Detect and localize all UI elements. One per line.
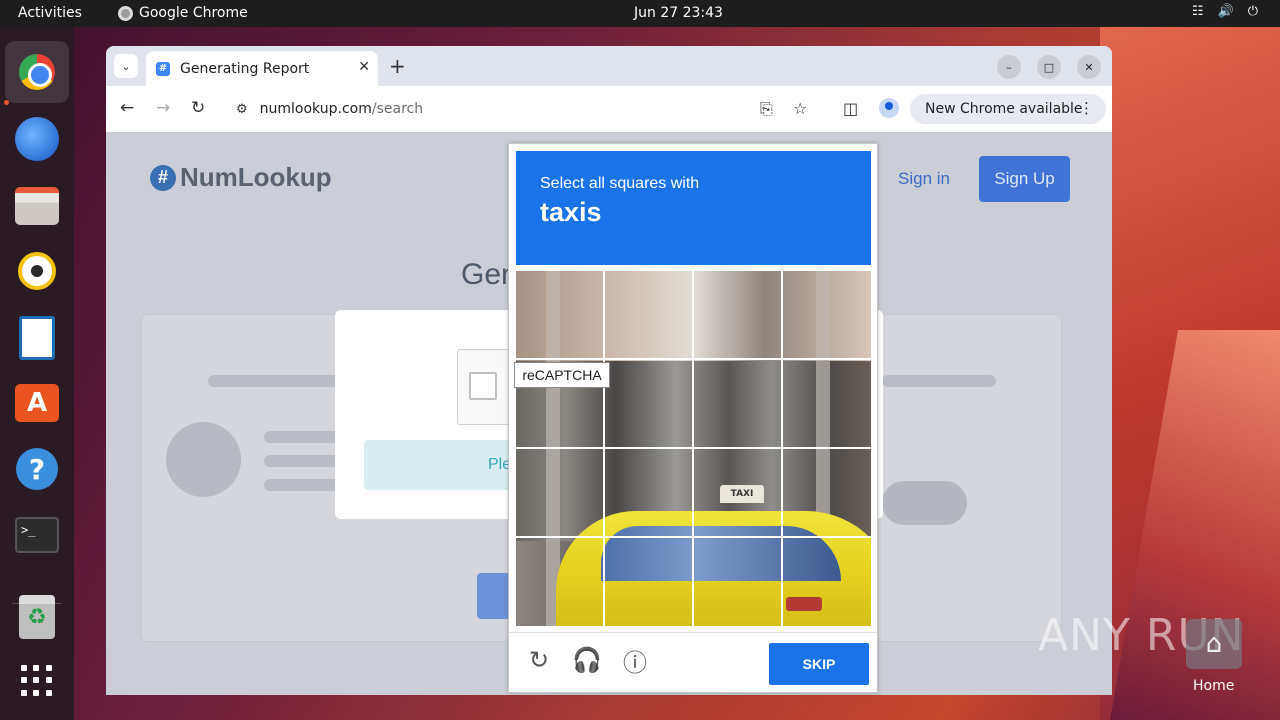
skeleton-pill — [882, 481, 967, 525]
dock-app-center[interactable]: A — [13, 379, 61, 427]
profile-avatar[interactable] — [879, 98, 899, 118]
challenge-header: Select all squares with taxis — [516, 151, 871, 265]
dock-terminal[interactable]: >_ — [13, 511, 61, 559]
browser-toolbar: ← → ↻ ⚙ numlookup.com/search ⎘ ☆ ◫ New C… — [106, 86, 1112, 132]
recaptcha-checkbox[interactable] — [469, 372, 497, 400]
top-bar: Activities Google Chrome Jun 27 23:43 ☷ … — [0, 0, 1280, 27]
install-app-icon[interactable]: ⎘ — [760, 99, 773, 119]
menu-kebab-icon[interactable]: ⋮ — [1079, 99, 1094, 117]
chrome-icon — [19, 54, 55, 90]
back-button[interactable]: ← — [120, 98, 134, 118]
sign-up-button[interactable]: Sign Up — [979, 156, 1070, 202]
tab-strip: ⌄ # Generating Report ✕ + – □ ✕ — [106, 46, 1112, 86]
logo-text: NumLookup — [180, 162, 332, 192]
dock-trash[interactable]: ♻ — [13, 593, 61, 641]
dock-help[interactable]: ? — [13, 445, 61, 493]
home-folder-icon[interactable]: ⌂ — [1186, 619, 1242, 669]
maximize-button[interactable]: □ — [1037, 55, 1061, 79]
url-host: numlookup.com — [259, 101, 372, 117]
sign-in-link[interactable]: Sign in — [898, 169, 950, 189]
home-label: Home — [1193, 678, 1235, 694]
image-taxi-sign: TAXI — [720, 485, 764, 503]
numlookup-favicon: # — [156, 61, 170, 76]
hash-logo-icon: # — [150, 164, 176, 191]
skeleton-line — [882, 375, 996, 387]
help-icon: ? — [16, 448, 58, 490]
dock-files[interactable] — [13, 182, 61, 230]
app-center-icon: A — [15, 384, 59, 422]
activities-button[interactable]: Activities — [18, 5, 82, 21]
dock-writer[interactable] — [13, 314, 61, 362]
challenge-image-grid[interactable]: TAXI — [516, 271, 871, 626]
terminal-icon: >_ — [15, 517, 59, 553]
volume-icon: 🔊 — [1217, 4, 1234, 19]
new-chrome-available-button[interactable]: New Chrome available ⋮ — [910, 94, 1106, 124]
grid-line — [516, 536, 871, 538]
audio-challenge-icon[interactable]: 🎧 — [572, 645, 602, 675]
app-menu[interactable]: Google Chrome — [118, 5, 248, 21]
reload-button[interactable]: ↻ — [191, 98, 205, 118]
tab-search-button[interactable]: ⌄ — [114, 54, 138, 78]
rhythmbox-icon — [18, 252, 56, 290]
grid-line — [516, 358, 871, 360]
tab-generating-report[interactable]: # Generating Report ✕ — [146, 51, 378, 86]
clock[interactable]: Jun 27 23:43 — [634, 5, 723, 21]
challenge-target: taxis — [540, 197, 602, 227]
new-tab-button[interactable]: + — [389, 54, 406, 78]
forward-button[interactable]: → — [156, 98, 170, 118]
recaptcha-challenge: Select all squares with taxis TAXI ↻ 🎧 ⓘ… — [508, 143, 878, 693]
recaptcha-tooltip: reCAPTCHA — [514, 362, 610, 388]
site-settings-icon[interactable]: ⚙ — [236, 102, 248, 117]
dock-show-apps[interactable] — [13, 657, 61, 705]
power-icon: ⏻ — [1247, 4, 1258, 19]
files-icon — [15, 187, 59, 225]
tab-title: Generating Report — [180, 60, 310, 77]
address-bar[interactable]: ⚙ numlookup.com/search — [224, 93, 826, 125]
thunderbird-icon — [15, 117, 59, 161]
update-label: New Chrome available — [925, 101, 1083, 117]
chrome-small-icon — [118, 5, 133, 21]
system-tray[interactable]: ☷ 🔊 ⏻ — [1192, 4, 1258, 19]
bookmark-star-icon[interactable]: ☆ — [793, 99, 807, 118]
challenge-instruction: Select all squares with — [540, 175, 700, 192]
close-window-button[interactable]: ✕ — [1077, 55, 1101, 79]
url-path: /search — [371, 101, 424, 117]
dock: A ? >_ ♻ — [0, 27, 74, 720]
network-icon: ☷ — [1191, 4, 1204, 19]
info-icon[interactable]: ⓘ — [620, 645, 650, 677]
dock-chrome[interactable] — [5, 41, 69, 103]
skeleton-line — [208, 375, 348, 387]
image-taxi-taillight — [786, 597, 822, 611]
please-wait-banner: Ple — [364, 440, 514, 490]
libreoffice-writer-icon — [19, 316, 55, 360]
grid-line — [516, 447, 871, 449]
challenge-footer: ↻ 🎧 ⓘ SKIP — [509, 632, 877, 692]
trash-icon: ♻ — [19, 595, 55, 639]
dock-thunderbird[interactable] — [13, 115, 61, 163]
app-name: Google Chrome — [139, 5, 248, 21]
skip-button[interactable]: SKIP — [769, 643, 869, 685]
numlookup-logo[interactable]: # NumLookup — [150, 162, 332, 193]
side-panel-icon[interactable]: ◫ — [843, 99, 858, 118]
skeleton-avatar — [166, 422, 241, 497]
minimize-button[interactable]: – — [997, 55, 1021, 79]
image-taxi-window — [601, 526, 841, 581]
tab-close-icon[interactable]: ✕ — [358, 59, 370, 75]
show-apps-icon — [21, 665, 53, 697]
dock-rhythmbox[interactable] — [13, 247, 61, 295]
reload-challenge-icon[interactable]: ↻ — [524, 645, 554, 675]
